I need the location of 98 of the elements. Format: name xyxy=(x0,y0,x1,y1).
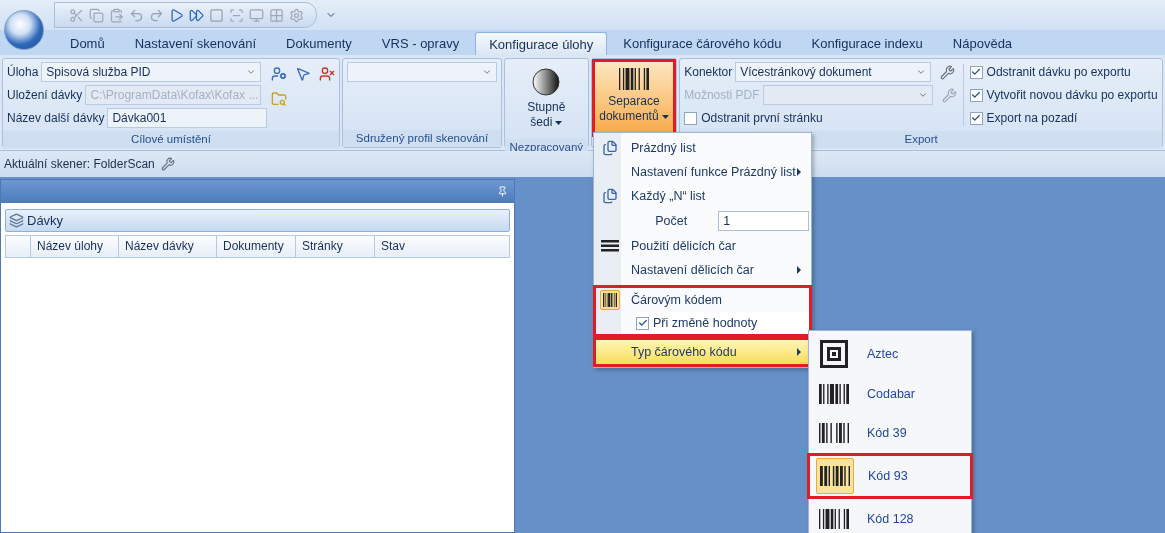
contrast-icon xyxy=(532,68,561,96)
checkbox-label: Export na pozadí xyxy=(986,111,1078,125)
lines-icon xyxy=(600,240,619,252)
barcode-icon xyxy=(819,423,849,444)
menu-item[interactable]: Nastavení funkce Prázdný list xyxy=(596,160,809,184)
copy-icon[interactable] xyxy=(89,7,104,23)
barcode-icon xyxy=(820,466,850,487)
menu-item[interactable]: Codabar xyxy=(809,373,971,414)
monitor-icon[interactable] xyxy=(249,7,264,23)
wrench-icon[interactable] xyxy=(160,157,175,171)
field-label: Název další dávky xyxy=(7,111,105,125)
menu-item[interactable]: Aztec xyxy=(809,334,971,374)
column-header[interactable]: Stav xyxy=(374,236,509,257)
dropdown-field[interactable] xyxy=(347,62,497,82)
barcode-icon xyxy=(618,68,649,90)
ribbon-tab[interactable]: Domů xyxy=(56,32,119,55)
check-icon xyxy=(971,113,982,123)
group-label: Sdružený profil skenování xyxy=(343,130,501,147)
scanner-status: Aktuální skener: FolderScan xyxy=(4,157,155,171)
matrix-code-icon xyxy=(820,339,848,368)
checkbox[interactable] xyxy=(684,111,698,125)
check-icon xyxy=(971,67,982,77)
ribbon-tab[interactable]: Dokumenty xyxy=(272,32,366,55)
text-field[interactable]: Dávka001 xyxy=(107,108,268,128)
user-remove-icon[interactable] xyxy=(319,66,336,82)
ribbon-tab[interactable]: VRS - opravy xyxy=(367,32,474,55)
column-header[interactable]: Stránky xyxy=(295,236,374,257)
fast-forward-icon[interactable] xyxy=(189,7,204,23)
menu-item[interactable]: Každý „N“ list xyxy=(596,184,809,208)
check-icon xyxy=(971,90,982,100)
ribbon-tab[interactable]: Konfigurace indexu xyxy=(797,32,937,55)
checkbox[interactable] xyxy=(969,111,983,125)
count-field[interactable]: 1 xyxy=(718,211,809,231)
menu-item[interactable]: Nastavení dělicích čar xyxy=(596,258,809,282)
checkbox-label: Odstranit první stránku xyxy=(701,111,823,125)
section-title: Dávky xyxy=(27,213,64,228)
play-icon[interactable] xyxy=(169,7,184,23)
menu-item[interactable]: Typ čárového kódu xyxy=(596,340,809,364)
checkbox[interactable] xyxy=(969,88,983,102)
barcode-icon xyxy=(819,383,849,404)
cut-icon[interactable] xyxy=(69,7,84,23)
redo-icon[interactable] xyxy=(149,7,164,23)
pin-icon[interactable] xyxy=(497,186,508,197)
caret-icon xyxy=(917,90,928,100)
barcode-icon xyxy=(819,509,849,530)
menu-item[interactable]: Kód 39 xyxy=(809,413,971,454)
ribbon-tab[interactable]: Konfigurace úlohy xyxy=(475,32,608,55)
undo-icon[interactable] xyxy=(129,7,144,23)
field-label: Úloha xyxy=(7,65,39,79)
grid-icon[interactable] xyxy=(269,7,284,23)
field-label: Konektor xyxy=(684,65,733,79)
caret-icon xyxy=(555,120,563,125)
grayscale-button[interactable]: Stupně šedi xyxy=(509,62,584,136)
settings-icon[interactable] xyxy=(289,7,304,23)
submenu-arrow-icon xyxy=(797,266,801,274)
dropdown-field[interactable]: Spisová služba PID xyxy=(41,62,262,82)
dropdown-field[interactable]: Vícestránkový dokument xyxy=(735,62,932,82)
layers-icon xyxy=(9,213,24,228)
checkbox-label: Při změně hodnoty xyxy=(652,316,758,330)
pages-icon xyxy=(601,140,618,156)
ribbon-tab[interactable]: Nápověda xyxy=(938,32,1027,55)
folder-icon[interactable] xyxy=(271,91,288,107)
checkbox-label: Odstranit dávku po exportu xyxy=(986,65,1131,79)
submenu-arrow-icon xyxy=(797,168,801,176)
scan-icon[interactable] xyxy=(229,7,244,23)
field-label: Možnosti PDF xyxy=(684,88,760,102)
menu-item[interactable]: Čárovým kódem xyxy=(596,288,809,312)
caret-icon xyxy=(482,67,492,77)
menu-item[interactable]: Kód 128 xyxy=(809,499,971,533)
field-label: Počet xyxy=(654,214,689,228)
ribbon-tab[interactable]: Konfigurace čárového kódu xyxy=(609,32,796,55)
user-settings-icon[interactable] xyxy=(271,66,288,82)
check-icon xyxy=(637,318,648,328)
column-header[interactable]: Dokumenty xyxy=(216,236,295,257)
checkbox[interactable] xyxy=(969,65,983,79)
group-label: Cílové umístění xyxy=(3,131,339,148)
menu-item[interactable]: Kód 93 xyxy=(810,456,970,497)
caret-icon xyxy=(916,67,927,77)
wrench-icon[interactable] xyxy=(940,64,956,80)
app-logo[interactable] xyxy=(4,10,44,50)
submenu-arrow-icon xyxy=(797,348,801,356)
column-header[interactable]: Název úlohy xyxy=(30,236,118,257)
menu-item[interactable]: Použití dělicích čar xyxy=(596,234,809,258)
caret-icon xyxy=(661,114,669,119)
pointer-icon[interactable] xyxy=(295,66,312,82)
pages-icon xyxy=(601,188,618,204)
checkbox-label: Vytvořit novou dávku po exportu xyxy=(986,88,1158,102)
checkbox[interactable] xyxy=(636,316,649,330)
wrench-icon[interactable] xyxy=(941,87,957,103)
barcode-icon xyxy=(602,293,617,307)
paste-icon[interactable] xyxy=(109,7,124,23)
stop-icon[interactable] xyxy=(209,7,224,23)
dropdown-field[interactable] xyxy=(762,85,933,105)
column-header[interactable]: Název dávky xyxy=(118,236,216,257)
caret-icon xyxy=(246,67,257,77)
ribbon-tab[interactable]: Nastavení skenování xyxy=(120,32,271,55)
separation-button[interactable]: Separace dokumentů xyxy=(594,62,674,134)
field-label: Uložení dávky xyxy=(7,88,83,102)
